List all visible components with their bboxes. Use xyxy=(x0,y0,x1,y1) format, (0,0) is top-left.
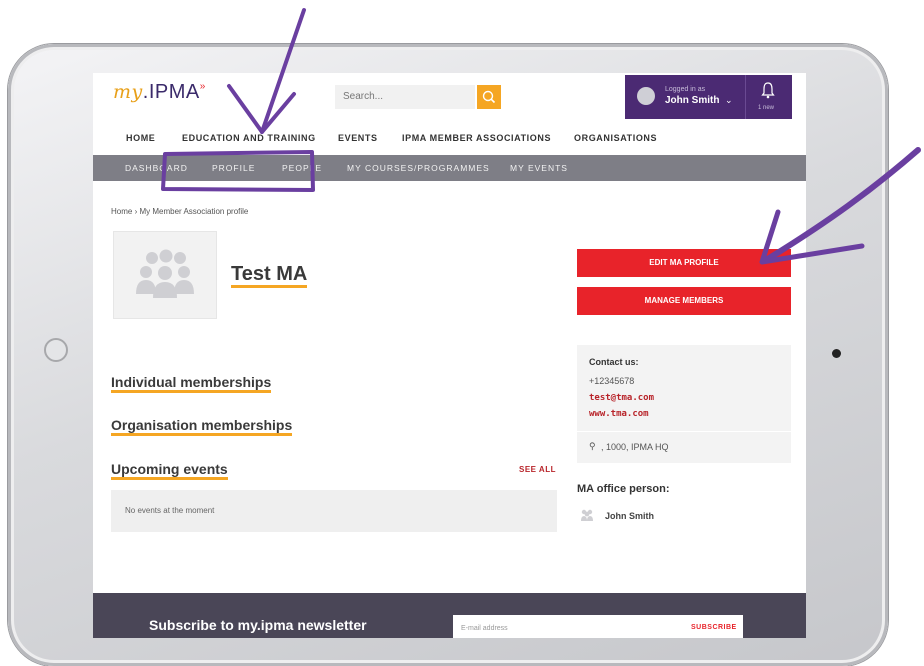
organisation-memberships-heading: Organisation memberships xyxy=(111,417,293,436)
contact-phone: +12345678 xyxy=(589,376,635,386)
ma-name: Test MA xyxy=(231,263,308,288)
camera-dot xyxy=(832,349,841,358)
subscribe-button[interactable]: SUBSCRIBE xyxy=(691,624,737,631)
screen: my.IPMA» Search... Logged in as John Smi… xyxy=(93,73,806,638)
nav-member-associations[interactable]: IPMA MEMBER ASSOCIATIONS xyxy=(402,133,551,143)
contact-title: Contact us: xyxy=(589,357,639,367)
office-person-title: MA office person: xyxy=(577,483,670,495)
ma-logo-placeholder xyxy=(113,231,217,319)
organisation-memberships-label: Organisation memberships xyxy=(111,417,293,436)
newsletter-placeholder: E-mail address xyxy=(461,625,508,632)
contact-divider xyxy=(577,431,791,432)
upcoming-events-heading: Upcoming events xyxy=(111,461,228,480)
group-icon xyxy=(136,249,194,298)
subnav-my-events[interactable]: MY EVENTS xyxy=(510,163,568,173)
avatar xyxy=(637,87,655,105)
subnav-dashboard[interactable]: DASHBOARD xyxy=(125,163,188,173)
newsletter-footer: Subscribe to my.ipma newsletter E-mail a… xyxy=(93,593,806,638)
user-name: John Smith xyxy=(665,95,720,106)
user-menu[interactable]: Logged in as John Smith ⌄ xyxy=(625,75,745,119)
contact-email-link[interactable]: test@tma.com xyxy=(589,393,654,403)
person-icon xyxy=(581,509,593,521)
newsletter-email-input[interactable]: E-mail address SUBSCRIBE xyxy=(453,615,743,638)
nav-home[interactable]: HOME xyxy=(126,133,155,143)
upcoming-events-label: Upcoming events xyxy=(111,461,228,480)
subnav-profile[interactable]: PROFILE xyxy=(212,163,255,173)
manage-members-button[interactable]: MANAGE MEMBERS xyxy=(577,287,791,315)
notifications-button[interactable]: 1 new xyxy=(745,75,792,119)
no-events-text: No events at the moment xyxy=(125,506,215,515)
top-bar: my.IPMA» Search... Logged in as John Smi… xyxy=(93,73,806,125)
logo-ipma: .IPMA xyxy=(142,81,200,103)
nav-organisations[interactable]: ORGANISATIONS xyxy=(574,133,657,143)
subnav-my-courses[interactable]: MY COURSES/PROGRAMMES xyxy=(347,163,490,173)
search-icon xyxy=(482,90,496,104)
sub-nav: DASHBOARD PROFILE PEOPLE MY COURSES/PROG… xyxy=(93,155,806,181)
nav-events[interactable]: EVENTS xyxy=(338,133,378,143)
edit-ma-profile-button[interactable]: EDIT MA PROFILE xyxy=(577,249,791,277)
nav-education[interactable]: EDUCATION AND TRAINING xyxy=(182,133,316,143)
newsletter-title: Subscribe to my.ipma newsletter xyxy=(149,617,367,633)
breadcrumb[interactable]: Home › My Member Association profile xyxy=(111,207,248,216)
office-person-name[interactable]: John Smith xyxy=(605,511,654,521)
search-placeholder: Search... xyxy=(343,91,384,102)
notification-count: 1 new xyxy=(758,105,775,111)
contact-address: , 1000, IPMA HQ xyxy=(601,442,669,452)
location-pin-icon: ⚲ xyxy=(589,441,596,451)
home-button[interactable] xyxy=(44,338,68,362)
individual-memberships-heading: Individual memberships xyxy=(111,374,272,393)
search-button[interactable] xyxy=(477,85,501,109)
bell-icon xyxy=(761,82,775,99)
chevron-down-icon: ⌄ xyxy=(725,95,733,105)
no-events-box: No events at the moment xyxy=(111,490,557,532)
logo-mark: » xyxy=(199,81,206,92)
logo-my: my xyxy=(113,81,143,103)
individual-memberships-label: Individual memberships xyxy=(111,374,272,393)
logged-in-label: Logged in as xyxy=(665,86,706,93)
site-logo[interactable]: my.IPMA» xyxy=(113,81,206,104)
see-all-link[interactable]: SEE ALL xyxy=(519,465,556,474)
search-input[interactable]: Search... xyxy=(335,85,475,109)
subnav-people[interactable]: PEOPLE xyxy=(282,163,322,173)
contact-card: Contact us: +12345678 test@tma.com www.t… xyxy=(577,345,791,463)
page-title: Test MA xyxy=(231,263,308,288)
contact-website-link[interactable]: www.tma.com xyxy=(589,409,649,419)
main-nav: HOME EDUCATION AND TRAINING EVENTS IPMA … xyxy=(93,127,806,153)
